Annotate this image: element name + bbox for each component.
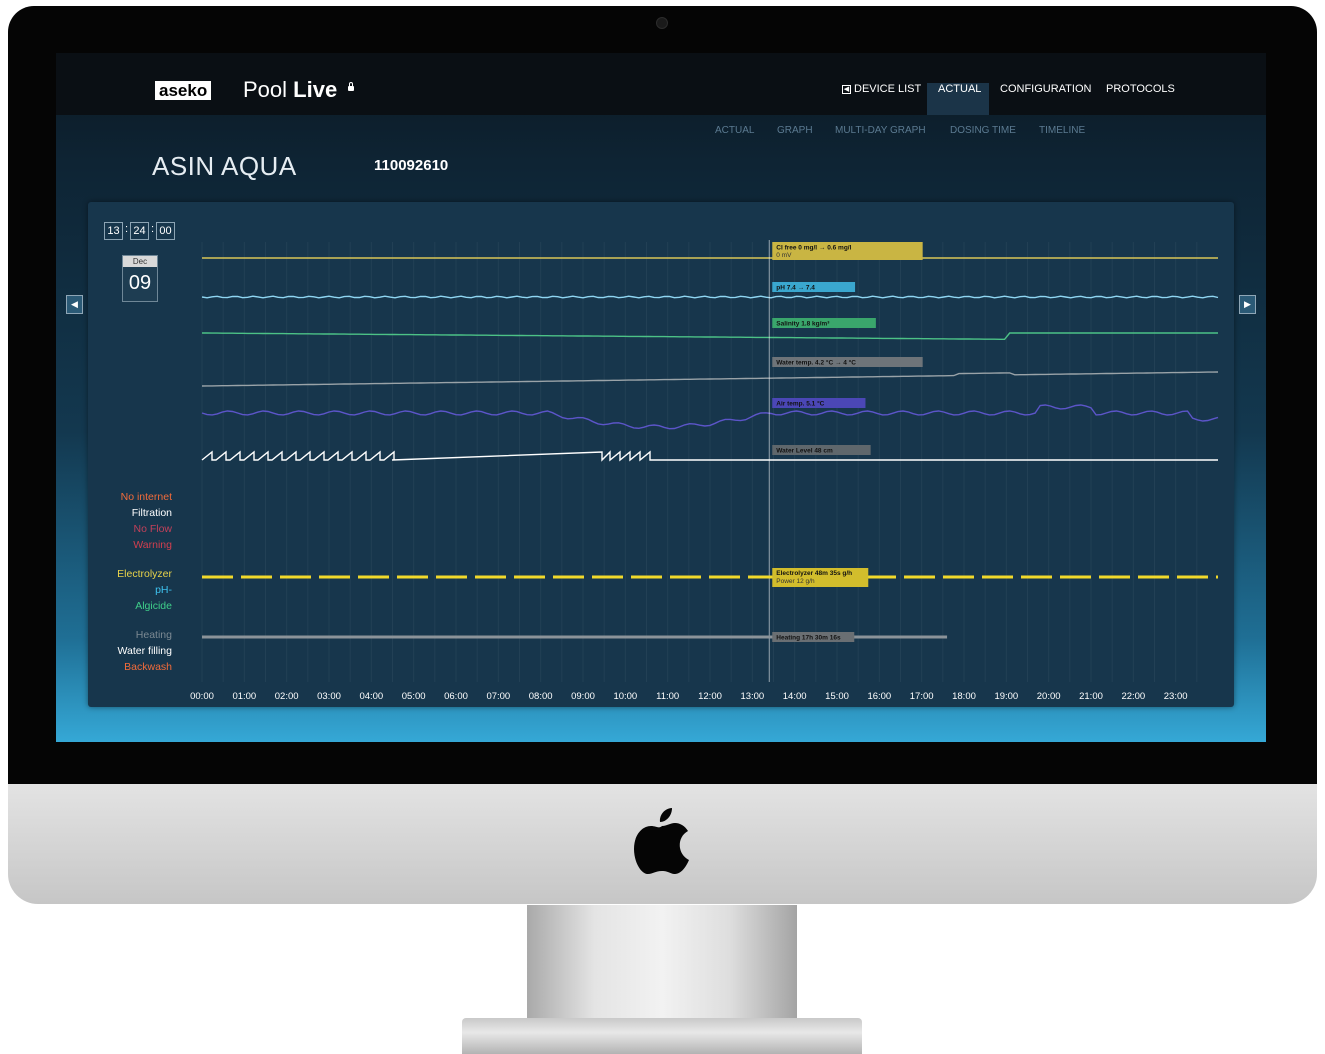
series-tag-level: Water Level 48 cm xyxy=(776,448,833,455)
app-title-regular: Pool xyxy=(243,77,288,102)
x-tick-label: 19:00 xyxy=(994,691,1018,702)
nav-actual[interactable]: ACTUAL xyxy=(938,83,981,95)
x-tick-label: 22:00 xyxy=(1121,691,1145,702)
timeline-chart[interactable]: 00:00 01:00 02:00 03:00 04:00 05:00 06:00 07:00… xyxy=(88,202,1234,707)
x-tick-label: 10:00 xyxy=(613,691,637,702)
x-tick-label: 07:00 xyxy=(486,691,510,702)
app-screen: aseko Pool Live ◀ DEVICE LIST ACTUAL CONF… xyxy=(56,53,1266,742)
x-tick-label: 21:00 xyxy=(1079,691,1103,702)
monitor-stand-base xyxy=(462,1018,862,1054)
app-title: Pool Live xyxy=(243,77,337,103)
back-arrow-icon: ◀ xyxy=(842,84,851,94)
heating-tag: Heating 17h 30m 16s xyxy=(776,635,841,642)
nav-device-list-label: DEVICE LIST xyxy=(854,83,922,95)
x-tick-label: 17:00 xyxy=(910,691,934,702)
x-tick-label: 00:00 xyxy=(190,691,214,702)
x-tick-label: 08:00 xyxy=(529,691,553,702)
subtab-graph[interactable]: GRAPH xyxy=(777,125,813,136)
brand-logo: aseko xyxy=(155,81,212,100)
x-tick-label: 06:00 xyxy=(444,691,468,702)
x-tick-label: 20:00 xyxy=(1037,691,1061,702)
pool-id: 110092610 xyxy=(374,157,449,174)
timeline-panel: 13 : 24 : 00 Dec 09 No internet Filtrati… xyxy=(88,202,1234,707)
prev-day-button[interactable]: ◀ xyxy=(66,295,83,314)
series-tag-ph: pH 7.4 → 7.4 xyxy=(776,285,815,292)
nav-protocols[interactable]: PROTOCOLS xyxy=(1106,83,1175,95)
electrolyzer-tag: Electrolyzer 48m 35s g/h xyxy=(776,570,852,577)
top-bar: aseko Pool Live ◀ DEVICE LIST ACTUAL CONF… xyxy=(56,53,1266,115)
x-tick-label: 12:00 xyxy=(698,691,722,702)
camera-icon xyxy=(656,17,668,29)
series-tag-water: Water temp. 4.2 °C → 4 °C xyxy=(776,359,856,367)
x-tick-label: 23:00 xyxy=(1164,691,1188,702)
x-tick-label: 15:00 xyxy=(825,691,849,702)
x-tick-label: 18:00 xyxy=(952,691,976,702)
x-tick-label: 16:00 xyxy=(867,691,891,702)
x-tick-label: 13:00 xyxy=(740,691,764,702)
lock-icon xyxy=(348,82,354,91)
next-day-button[interactable]: ▶ xyxy=(1239,295,1256,314)
series-tag-cl: Cl free 0 mg/l → 0.6 mg/l xyxy=(776,245,851,252)
x-tick-label: 11:00 xyxy=(656,691,679,702)
apple-logo-icon xyxy=(634,808,689,874)
subtab-actual[interactable]: ACTUAL xyxy=(715,125,754,136)
monitor-stand xyxy=(527,905,797,1020)
app-title-bold: Live xyxy=(293,77,338,102)
electrolyzer-tag-sub: Power 12 g/h xyxy=(776,578,815,585)
nav-device-list[interactable]: ◀ DEVICE LIST xyxy=(842,83,921,95)
x-tick-label: 01:00 xyxy=(232,691,256,702)
pool-name: ASIN AQUA xyxy=(152,151,297,181)
subtab-timeline[interactable]: TIMELINE xyxy=(1039,125,1085,136)
series-tag-air: Air temp. 5.1 °C xyxy=(776,400,824,408)
x-tick-label: 02:00 xyxy=(275,691,299,702)
series-tag-sub-cl: 0 mV xyxy=(776,252,792,259)
x-tick-label: 14:00 xyxy=(783,691,807,702)
x-tick-label: 05:00 xyxy=(402,691,426,702)
nav-configuration[interactable]: CONFIGURATION xyxy=(1000,83,1091,95)
x-tick-label: 04:00 xyxy=(359,691,383,702)
subtab-multi-day-graph[interactable]: MULTI-DAY GRAPH xyxy=(835,125,926,136)
subtab-dosing-time[interactable]: DOSING TIME xyxy=(950,125,1016,136)
x-tick-label: 09:00 xyxy=(571,691,595,702)
x-tick-label: 03:00 xyxy=(317,691,341,702)
series-tag-salt: Salinity 1.8 kg/m³ xyxy=(776,321,830,328)
